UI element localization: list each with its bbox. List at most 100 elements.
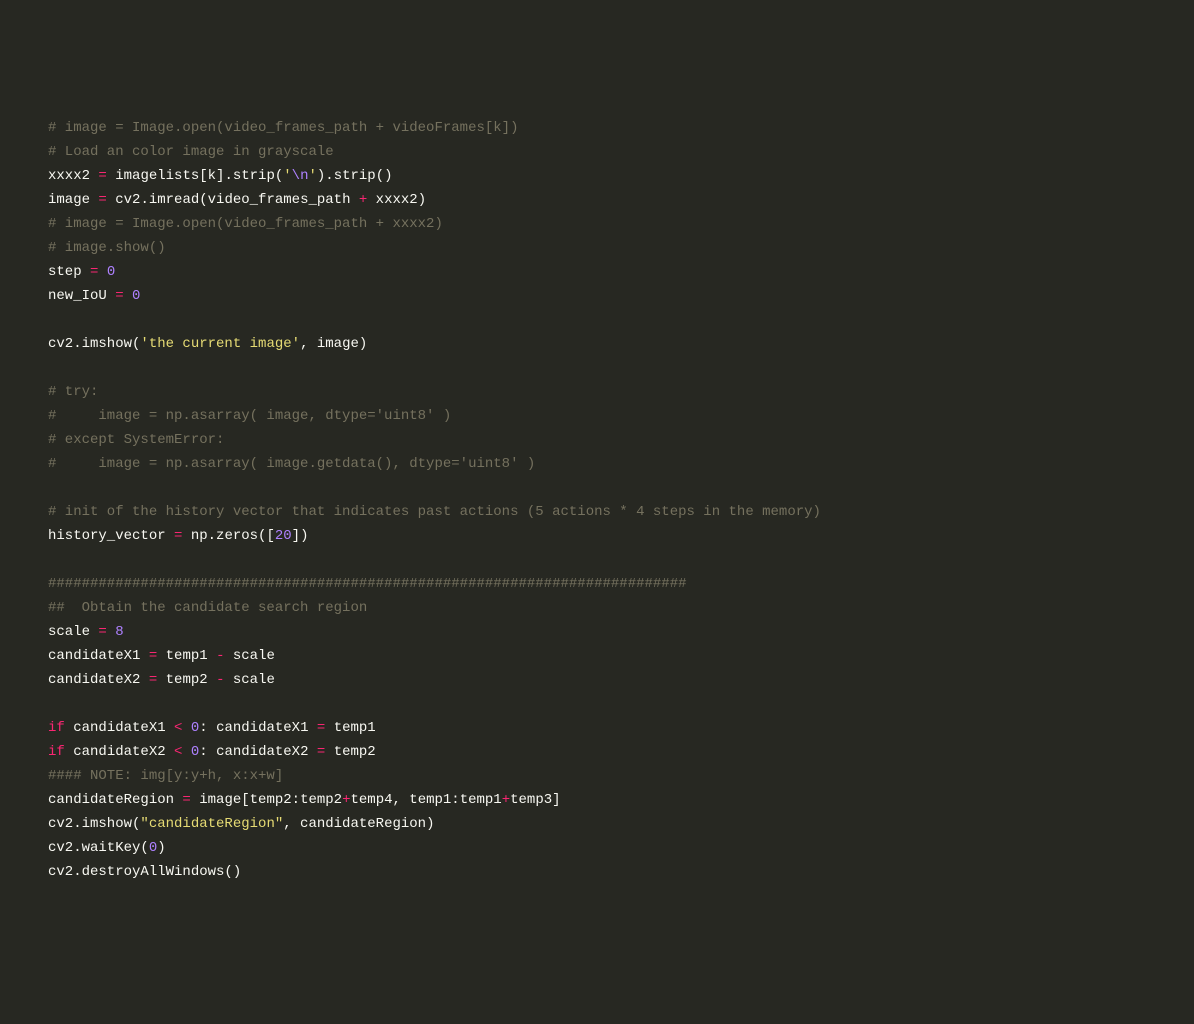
variable: candidateRegion [48,792,174,808]
number: 0 [191,720,199,736]
space [182,744,190,760]
expr: ]) [292,528,309,544]
code-line-3: xxxx2 = imagelists[k].strip('\n').strip(… [48,164,1194,188]
code-block[interactable]: # image = Image.open(video_frames_path +… [48,116,1194,884]
expr: scale [224,672,274,688]
code-line-5: # image = Image.open(video_frames_path +… [48,212,1194,236]
expr: scale [224,648,274,664]
number: 8 [115,624,123,640]
colon: : [199,744,216,760]
comment: #### NOTE: img[y:y+h, x:x+w] [48,768,283,784]
expr: , image) [300,336,367,352]
expr: temp2 [334,744,376,760]
operator: + [502,792,510,808]
keyword-if: if [48,720,65,736]
operator: = [90,192,115,208]
operator: = [90,624,115,640]
comment: # image = np.asarray( image.getdata(), d… [48,456,535,472]
code-line-24: candidateX2 = temp2 - scale [48,668,1194,692]
code-line-16 [48,476,1194,500]
code-line-11 [48,356,1194,380]
expr: temp3] [510,792,560,808]
comment: # init of the history vector that indica… [48,504,821,520]
code-line-9 [48,308,1194,332]
operator: = [90,168,115,184]
comment: # except SystemError: [48,432,224,448]
operator: = [166,528,191,544]
code-line-4: image = cv2.imread(video_frames_path + x… [48,188,1194,212]
variable: xxxx2 [48,168,90,184]
variable: scale [48,624,90,640]
expr: candidateX2 [65,744,174,760]
code-line-2: # Load an color image in grayscale [48,140,1194,164]
code-line-29: candidateRegion = image[temp2:temp2+temp… [48,788,1194,812]
expr: temp2 [166,672,216,688]
variable: candidateX2 [48,672,140,688]
expr: temp1 [166,648,216,664]
code-line-22: scale = 8 [48,620,1194,644]
operator: = [308,720,333,736]
code-line-30: cv2.imshow("candidateRegion", candidateR… [48,812,1194,836]
keyword-if: if [48,744,65,760]
string-close: ' [308,168,316,184]
code-line-8: new_IoU = 0 [48,284,1194,308]
comment: # Load an color image in grayscale [48,144,334,160]
variable: image [48,192,90,208]
expr: temp4, temp1:temp1 [350,792,501,808]
comment: # image = Image.open(video_frames_path +… [48,216,443,232]
operator: = [107,288,132,304]
comment: # image = Image.open(video_frames_path +… [48,120,518,136]
code-line-21: ## Obtain the candidate search region [48,596,1194,620]
expr: imagelists[k].strip( [115,168,283,184]
string: "candidateRegion" [140,816,283,832]
code-line-7: step = 0 [48,260,1194,284]
number: 0 [132,288,140,304]
space [182,720,190,736]
code-line-26: if candidateX1 < 0: candidateX1 = temp1 [48,716,1194,740]
variable: step [48,264,82,280]
expr: cv2.imread(video_frames_path [115,192,359,208]
code-line-28: #### NOTE: img[y:y+h, x:x+w] [48,764,1194,788]
operator: = [140,648,165,664]
code-line-20: ########################################… [48,572,1194,596]
code-line-32: cv2.destroyAllWindows() [48,860,1194,884]
number: 0 [149,840,157,856]
expr: xxxx2) [367,192,426,208]
comment: # image = np.asarray( image, dtype='uint… [48,408,451,424]
variable: candidateX2 [216,744,308,760]
expr: candidateX1 [65,720,174,736]
expr: cv2.imshow( [48,336,140,352]
expr: ) [157,840,165,856]
expr: , candidateRegion) [283,816,434,832]
code-line-10: cv2.imshow('the current image', image) [48,332,1194,356]
string-open: ' [283,168,291,184]
code-line-17: # init of the history vector that indica… [48,500,1194,524]
code-line-12: # try: [48,380,1194,404]
code-line-18: history_vector = np.zeros([20]) [48,524,1194,548]
expr: temp1 [334,720,376,736]
code-line-15: # image = np.asarray( image.getdata(), d… [48,452,1194,476]
number: 20 [275,528,292,544]
expr: cv2.waitKey( [48,840,149,856]
code-line-6: # image.show() [48,236,1194,260]
number: 0 [191,744,199,760]
code-line-27: if candidateX2 < 0: candidateX2 = temp2 [48,740,1194,764]
variable: new_IoU [48,288,107,304]
variable: history_vector [48,528,166,544]
code-line-23: candidateX1 = temp1 - scale [48,644,1194,668]
comment: ## Obtain the candidate search region [48,600,367,616]
code-line-14: # except SystemError: [48,428,1194,452]
code-line-31: cv2.waitKey(0) [48,836,1194,860]
string: 'the current image' [140,336,300,352]
number: 0 [107,264,115,280]
expr: np.zeros([ [191,528,275,544]
expr: image[temp2:temp2 [199,792,342,808]
expr: ).strip() [317,168,393,184]
expr: cv2.imshow( [48,816,140,832]
code-line-1: # image = Image.open(video_frames_path +… [48,116,1194,140]
code-line-25 [48,692,1194,716]
code-line-13: # image = np.asarray( image, dtype='uint… [48,404,1194,428]
code-line-19 [48,548,1194,572]
variable: candidateX1 [48,648,140,664]
comment: # image.show() [48,240,166,256]
